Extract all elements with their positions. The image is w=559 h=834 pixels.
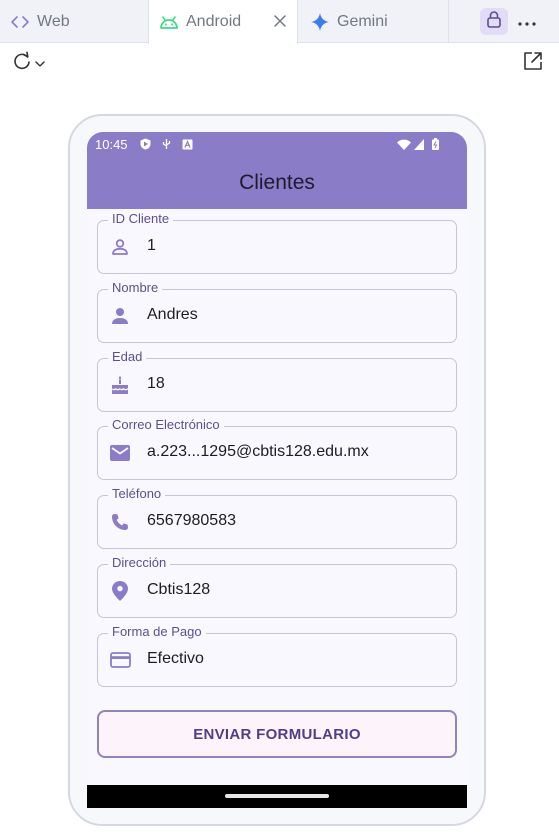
tab-bar: Web Android Gemini — [0, 0, 559, 44]
field-label: Edad — [108, 349, 147, 364]
field-label: Dirección — [108, 555, 171, 570]
telefono-field[interactable]: Teléfono 6567980583 — [97, 486, 457, 549]
field-label: Teléfono — [108, 486, 166, 501]
status-bar: 10:45 — [87, 132, 467, 156]
id-cliente-field[interactable]: ID Cliente 1 — [97, 211, 457, 274]
code-icon — [10, 12, 30, 32]
tab-web[interactable]: Web — [10, 0, 145, 43]
phone-icon — [109, 511, 131, 533]
direccion-field[interactable]: Dirección Cbtis128 — [97, 555, 457, 618]
reload-button[interactable] — [12, 51, 48, 76]
cake-icon — [109, 374, 131, 396]
field-value: 1 — [147, 237, 156, 254]
field-value: Andres — [147, 306, 198, 323]
open-in-new-icon — [523, 51, 543, 76]
app-title: Clientes — [239, 170, 315, 194]
chevron-down-icon — [35, 54, 45, 72]
field-value: Cbtis128 — [147, 581, 211, 598]
gesture-handle[interactable] — [225, 794, 329, 798]
gemini-sparkle-icon — [310, 12, 330, 32]
tab-android-label: Android — [186, 13, 242, 30]
tab-web-label: Web — [37, 12, 70, 30]
correo-field[interactable]: Correo Electrónico a.223...1295@cbtis128… — [97, 417, 457, 480]
edad-field[interactable]: Edad 18 — [97, 349, 457, 412]
forma-de-pago-field[interactable]: Forma de Pago Efectivo — [97, 624, 457, 687]
email-icon — [109, 442, 131, 464]
tab-gemini[interactable]: Gemini — [310, 0, 440, 43]
keyboard-a-icon — [182, 138, 193, 150]
field-label: Nombre — [108, 280, 163, 295]
status-time: 10:45 — [95, 137, 128, 152]
field-value: 6567980583 — [147, 512, 236, 529]
close-tab-icon[interactable] — [270, 11, 290, 31]
location-pin-icon — [109, 580, 131, 602]
more-options-button[interactable] — [515, 10, 539, 34]
field-value: Efectivo — [147, 650, 204, 667]
reload-icon — [12, 51, 32, 76]
credit-card-icon — [109, 649, 131, 671]
more-horiz-icon — [518, 13, 536, 31]
field-label: ID Cliente — [108, 211, 174, 226]
open-external-button[interactable] — [521, 51, 545, 75]
field-value: 18 — [147, 375, 165, 392]
tab-gemini-label: Gemini — [337, 12, 388, 30]
lock-icon — [487, 10, 501, 33]
person-outline-icon — [109, 236, 131, 258]
nombre-field[interactable]: Nombre Andres — [97, 280, 457, 343]
phone-screen: 10:45 Clientes ID Cliente 1 Nombre Andre… — [87, 132, 467, 808]
android-icon — [159, 12, 179, 32]
lock-button[interactable] — [480, 8, 508, 35]
cell-signal-icon — [414, 138, 425, 150]
field-label: Correo Electrónico — [108, 417, 224, 432]
field-label: Forma de Pago — [108, 624, 206, 639]
person-icon — [109, 305, 131, 327]
usb-debug-icon — [162, 138, 173, 150]
submit-button[interactable]: ENVIAR FORMULARIO — [97, 710, 457, 758]
field-value: a.223...1295@cbtis128.edu.mx — [147, 443, 369, 460]
wifi-icon — [397, 138, 411, 150]
app-bar: Clientes — [87, 156, 467, 209]
divider — [448, 0, 449, 43]
battery-icon — [432, 138, 440, 150]
shield-play-icon — [140, 138, 151, 150]
system-nav-bar — [87, 785, 467, 808]
